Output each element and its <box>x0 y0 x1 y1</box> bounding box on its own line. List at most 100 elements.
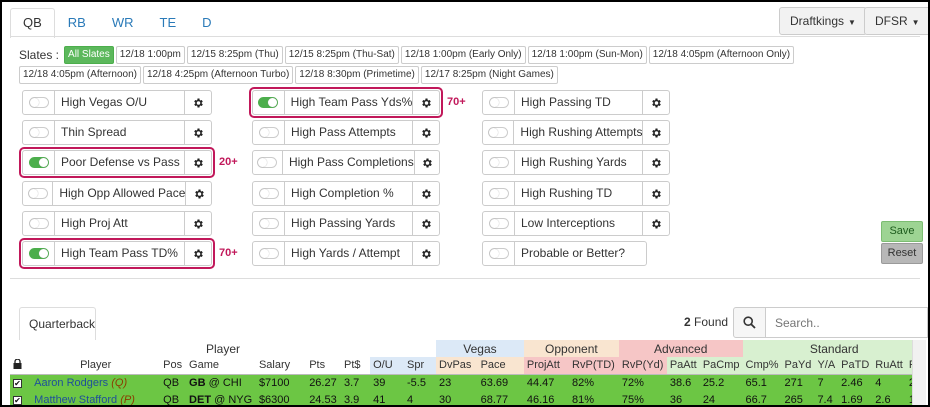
tab-te[interactable]: TE <box>147 8 190 36</box>
gear-icon[interactable] <box>642 151 669 174</box>
lock-icon[interactable] <box>10 357 32 375</box>
gear-icon[interactable] <box>412 242 439 265</box>
player-name[interactable]: Aaron Rodgers (Q) <box>31 374 161 391</box>
toggle-switch[interactable] <box>28 127 49 138</box>
toggle-switch[interactable] <box>28 218 49 229</box>
slate-chip[interactable]: 12/18 4:25pm (Afternoon Turbo) <box>142 66 294 84</box>
column-header[interactable]: PaAtt <box>666 357 700 375</box>
slate-chip[interactable]: 12/15 8:25pm (Thu-Sat) <box>284 46 399 64</box>
row-lock-checkbox[interactable]: ✔ <box>10 374 32 391</box>
column-header[interactable]: O/U <box>370 357 404 375</box>
filter-toggle[interactable] <box>483 151 515 174</box>
column-header[interactable]: Salary <box>255 357 307 375</box>
column-header[interactable]: Cmp% <box>742 357 782 375</box>
column-header[interactable]: ProjAtt <box>523 357 570 375</box>
column-header[interactable]: Game <box>186 357 256 375</box>
column-header[interactable]: DvPas <box>436 357 478 375</box>
toggle-switch[interactable] <box>488 157 509 168</box>
active-filter-highlight <box>249 87 443 118</box>
filter-toggle[interactable] <box>253 212 285 235</box>
filter-toggle[interactable] <box>483 121 515 144</box>
site-dropdown[interactable]: Draftkings ▼ <box>779 7 867 35</box>
filter-toggle[interactable] <box>23 212 55 235</box>
slate-chip[interactable]: 12/18 1:00pm <box>115 46 185 64</box>
filter-label: High Pass Attempts <box>291 125 396 139</box>
toggle-switch[interactable] <box>28 97 49 108</box>
gear-icon[interactable] <box>184 121 211 144</box>
filter-toggle[interactable] <box>253 242 285 265</box>
column-header[interactable]: PaTD <box>838 357 873 375</box>
tab-quarterback[interactable]: Quarterback <box>19 307 96 341</box>
reset-button[interactable]: Reset <box>881 243 923 264</box>
filter-toggle[interactable] <box>483 91 515 114</box>
slate-chip[interactable]: 12/17 8:25pm (Night Games) <box>420 66 558 84</box>
gear-icon[interactable] <box>642 91 669 114</box>
filter-toggle[interactable] <box>23 121 55 144</box>
gear-icon[interactable] <box>413 151 439 174</box>
column-header[interactable]: PaCmp <box>699 357 743 375</box>
column-header[interactable]: RvP(Yd) <box>618 357 667 375</box>
toggle-switch[interactable] <box>488 218 509 229</box>
search-button[interactable] <box>733 307 766 338</box>
toggle-switch[interactable] <box>488 97 509 108</box>
gear-icon[interactable] <box>642 212 669 235</box>
search-input[interactable] <box>766 307 928 338</box>
toggle-switch[interactable] <box>258 188 279 199</box>
source-dropdown[interactable]: DFSR ▼ <box>864 7 928 35</box>
table-row[interactable]: ✔ Matthew Stafford (P) QB DET @ NYG $6300 24.… <box>10 391 926 405</box>
toggle-switch[interactable] <box>258 248 279 259</box>
slate-chip[interactable]: 12/18 4:05pm (Afternoon Only) <box>648 46 795 64</box>
slate-chip[interactable]: 12/18 4:05pm (Afternoon) <box>19 66 141 84</box>
tab-qb[interactable]: QB <box>10 8 55 38</box>
gear-icon[interactable] <box>412 121 439 144</box>
table-row[interactable]: ✔ Aaron Rodgers (Q) QB GB @ CHI $7100 26.27 3.… <box>10 374 926 391</box>
tab-rb[interactable]: RB <box>55 8 99 36</box>
toggle-switch[interactable] <box>258 218 279 229</box>
toggle-switch[interactable] <box>488 248 509 259</box>
slate-chip[interactable]: All Slates <box>64 46 114 64</box>
player-name[interactable]: Matthew Stafford (P) <box>31 391 161 405</box>
gear-icon[interactable] <box>412 212 439 235</box>
column-header[interactable]: Player <box>31 357 161 375</box>
column-header[interactable]: Pos <box>160 357 187 375</box>
tab-d[interactable]: D <box>189 8 224 36</box>
slate-chip[interactable]: 12/18 8:30pm (Primetime) <box>295 66 419 84</box>
filter-toggle[interactable] <box>483 212 515 235</box>
row-lock-checkbox[interactable]: ✔ <box>10 391 32 405</box>
slate-chip[interactable]: 12/15 8:25pm (Thu) <box>186 46 283 64</box>
table-scrollbar[interactable] <box>912 340 926 405</box>
column-header[interactable]: Pts <box>306 357 341 375</box>
gear-icon[interactable] <box>412 182 439 205</box>
slate-chip[interactable]: 12/18 1:00pm (Early Only) <box>400 46 526 64</box>
toggle-switch[interactable] <box>257 157 278 168</box>
column-header[interactable]: RuAtt <box>872 357 906 375</box>
gear-icon[interactable] <box>184 212 211 235</box>
toggle-switch[interactable] <box>258 127 279 138</box>
toggle-switch[interactable] <box>488 127 509 138</box>
toggle-switch[interactable] <box>27 188 48 199</box>
cell-payd: 271 <box>781 374 815 391</box>
slate-chip[interactable]: 12/18 1:00pm (Sun-Mon) <box>527 46 647 64</box>
filter-toggle[interactable] <box>483 182 515 205</box>
filter-toggle[interactable] <box>253 151 283 174</box>
gear-icon[interactable] <box>642 121 669 144</box>
filter-toggle[interactable] <box>23 182 54 205</box>
filter-toggle[interactable] <box>253 121 285 144</box>
position-tabs: QB RB WR TE D <box>10 8 225 38</box>
column-header[interactable]: PaYd <box>781 357 815 375</box>
gear-icon[interactable] <box>184 91 211 114</box>
column-header[interactable]: Y/A <box>814 357 839 375</box>
toggle-switch[interactable] <box>488 188 509 199</box>
tab-wr[interactable]: WR <box>99 8 147 36</box>
filter-toggle[interactable] <box>253 182 285 205</box>
save-button[interactable]: Save <box>881 221 923 242</box>
column-header[interactable]: RvP(TD) <box>569 357 619 375</box>
column-header[interactable]: Spr <box>403 357 437 375</box>
column-group-header: Standard <box>742 340 926 357</box>
gear-icon[interactable] <box>642 182 669 205</box>
filter-toggle[interactable] <box>23 91 55 114</box>
column-header[interactable]: Pt$ <box>341 357 371 375</box>
filter-toggle[interactable] <box>483 242 515 265</box>
gear-icon[interactable] <box>185 182 211 205</box>
column-header[interactable]: Pace <box>477 357 524 375</box>
